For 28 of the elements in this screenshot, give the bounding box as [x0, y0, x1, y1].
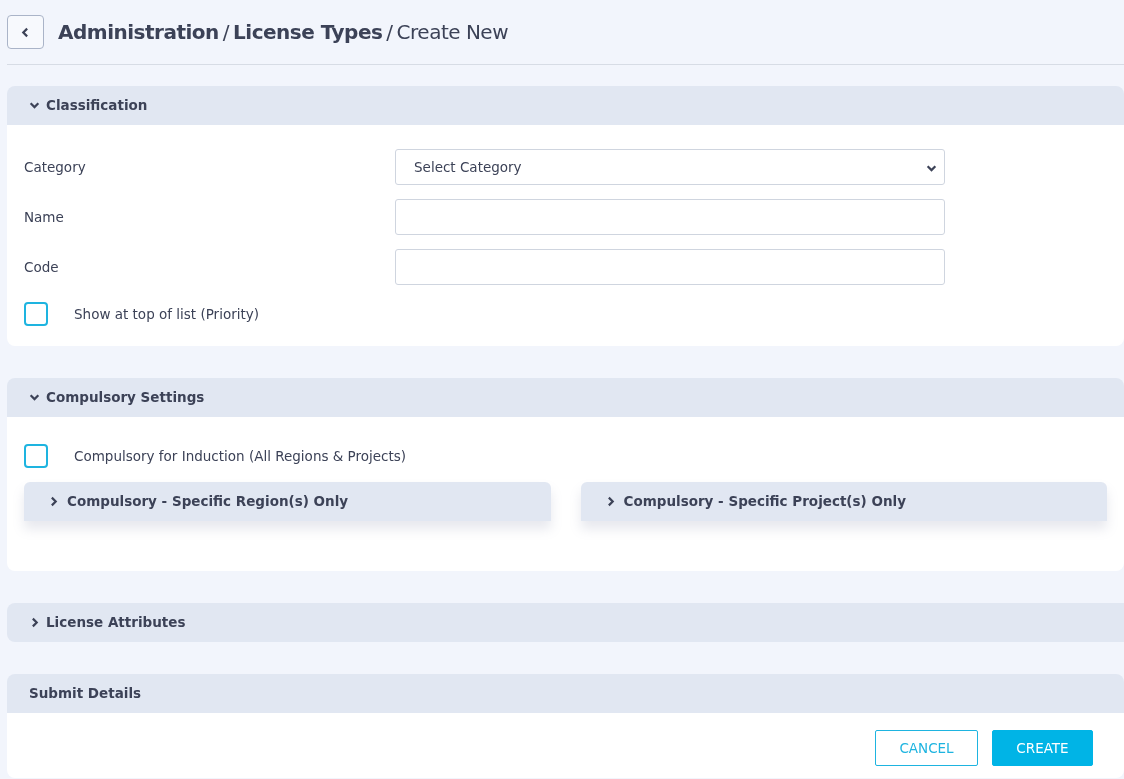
- breadcrumb-link[interactable]: License Types: [233, 17, 383, 47]
- field-label: Name: [24, 207, 65, 227]
- section-header: Submit Details: [7, 674, 1124, 713]
- chevron-icon: [29, 617, 40, 628]
- select-field[interactable]: Select Category: [395, 149, 945, 185]
- caret-icon: [926, 163, 937, 174]
- section-header[interactable]: Classification: [7, 86, 1124, 125]
- section-header[interactable]: License Attributes: [7, 603, 1124, 642]
- back-icon: [20, 26, 31, 38]
- field-label: Category: [24, 157, 87, 177]
- breadcrumb-separator: /: [222, 19, 230, 46]
- input-field[interactable]: [395, 249, 945, 285]
- checkbox-label: Compulsory for Induction (All Regions & Projects): [74, 446, 407, 466]
- checkbox-label: Show at top of list (Priority): [74, 304, 259, 324]
- checkbox[interactable]: [24, 302, 48, 326]
- checkbox[interactable]: [24, 444, 48, 468]
- breadcrumb-link[interactable]: Administration: [58, 17, 219, 47]
- breadcrumb-separator: /: [386, 19, 393, 46]
- subpanel-header[interactable]: Compulsory - Specific Project(s) Only: [580, 482, 1107, 521]
- chevron-icon: [29, 100, 40, 111]
- subpanel-header[interactable]: Compulsory - Specific Region(s) Only: [24, 482, 551, 521]
- section-header[interactable]: Compulsory Settings: [7, 378, 1124, 417]
- chevron-icon: [29, 392, 40, 403]
- field-label: Code: [24, 257, 60, 277]
- input-field[interactable]: [395, 199, 945, 235]
- page-title: Create New: [396, 19, 509, 46]
- back-button[interactable]: [7, 15, 44, 49]
- chevron-icon: [48, 496, 59, 507]
